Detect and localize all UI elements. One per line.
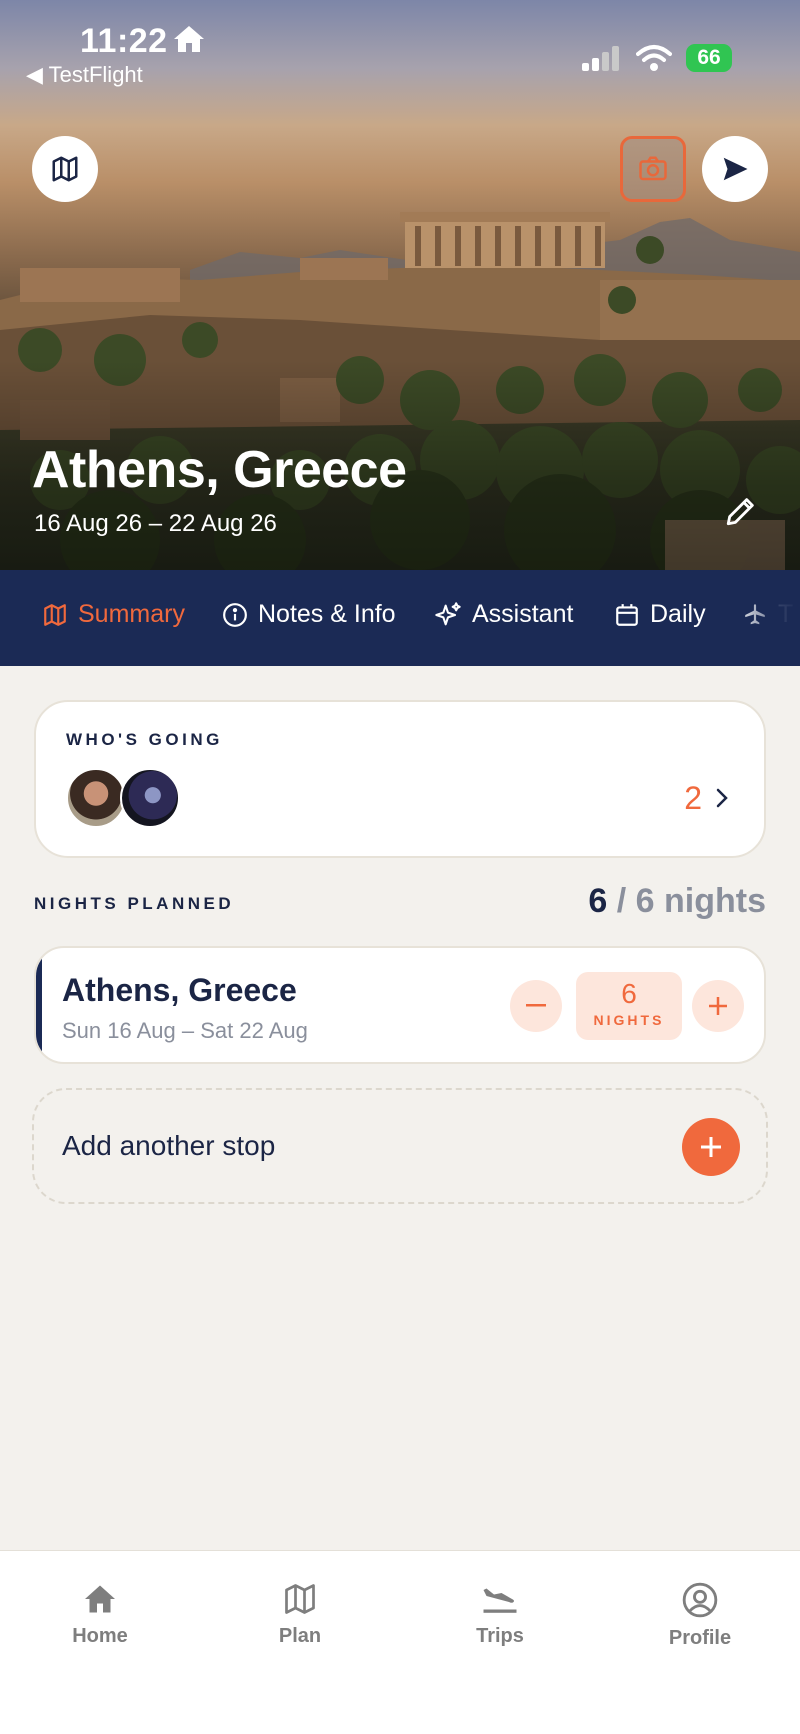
whos-going-label: WHO'S GOING [66, 730, 223, 749]
nights-unit: NIGHTS [593, 1012, 665, 1028]
traveller-count: 2 [684, 780, 702, 816]
map-icon [44, 603, 66, 626]
tab-notes-info[interactable]: Notes & Info [222, 600, 396, 629]
nights-planned-count: 6 [588, 882, 608, 920]
status-icons: 66 [582, 44, 732, 72]
home-icon [85, 1585, 115, 1613]
avatar [66, 768, 126, 828]
nights-planned-label: NIGHTS PLANNED [34, 894, 235, 913]
nav-label: Home [72, 1625, 128, 1647]
stop-card[interactable]: Athens, Greece Sun 16 Aug – Sat 22 Aug 6… [34, 946, 766, 1064]
trip-title: Athens, Greece [32, 441, 407, 499]
user-circle-icon [682, 1582, 718, 1618]
tab-daily[interactable]: Daily [614, 600, 706, 629]
calendar-icon [616, 603, 638, 626]
send-icon [723, 157, 748, 181]
home-status-icon [172, 24, 206, 59]
wifi-icon [636, 45, 672, 71]
tab-summary[interactable]: Summary [42, 600, 185, 629]
map-view-button[interactable] [32, 136, 98, 202]
avatar [120, 768, 180, 828]
add-stop-button[interactable] [682, 1118, 740, 1176]
add-stop-card[interactable]: Add another stop [32, 1088, 768, 1204]
info-icon [223, 602, 247, 627]
increase-nights-button[interactable] [692, 980, 744, 1032]
signal-icon [582, 46, 619, 71]
tab-label: Summary [78, 600, 185, 628]
whos-going-card[interactable]: WHO'S GOING 2 [34, 700, 766, 858]
trip-dates: 16 Aug 26 – 22 Aug 26 [34, 510, 277, 537]
nights-total: / 6 nights [616, 882, 766, 920]
pencil-icon [726, 498, 754, 526]
share-button[interactable] [702, 136, 768, 202]
tab-assistant[interactable]: Assistant [434, 600, 573, 629]
nav-label: Profile [668, 1627, 732, 1649]
stop-accent-bar [36, 948, 42, 1062]
camera-icon [639, 156, 667, 181]
bottom-nav: Home Plan Trips Profile [0, 1550, 800, 1734]
nav-home[interactable]: Home [40, 1581, 160, 1648]
nights-stepper-value: 6 NIGHTS [576, 972, 682, 1040]
battery-icon: 66 [686, 44, 732, 72]
plane-landing-icon [483, 1588, 517, 1613]
stop-name: Athens, Greece [62, 972, 297, 1008]
plus-icon [701, 1137, 721, 1157]
sparkle-icon [435, 601, 461, 625]
decrease-nights-button[interactable] [510, 980, 562, 1032]
status-time: 11:22 [80, 22, 168, 60]
nights-summary: 6 / 6 nights [588, 882, 766, 921]
stop-nights: 6 [621, 978, 637, 1009]
map-icon [52, 156, 78, 182]
chevron-right-icon [716, 788, 728, 808]
nav-label: Trips [476, 1625, 524, 1647]
tab-label: Assistant [472, 600, 574, 628]
tab-label: Daily [650, 600, 706, 628]
back-to-testflight[interactable]: ◀ TestFlight [26, 62, 143, 88]
add-stop-label: Add another stop [62, 1130, 276, 1161]
tab-label: Notes & Info [258, 600, 396, 628]
nav-trips[interactable]: Trips [440, 1581, 560, 1648]
nav-profile[interactable]: Profile [640, 1581, 760, 1650]
change-photo-button[interactable] [620, 136, 686, 202]
trip-tabs: Summary Notes & Info Assistant Daily T [0, 570, 800, 666]
nav-label: Plan [278, 1625, 322, 1647]
map-icon [285, 1584, 315, 1614]
edit-trip-button[interactable] [724, 494, 758, 533]
stop-dates: Sun 16 Aug – Sat 22 Aug [62, 1018, 308, 1043]
nav-plan[interactable]: Plan [240, 1581, 360, 1648]
minus-icon [526, 1004, 546, 1007]
plus-icon [709, 997, 727, 1015]
tabs-fade [730, 570, 800, 666]
